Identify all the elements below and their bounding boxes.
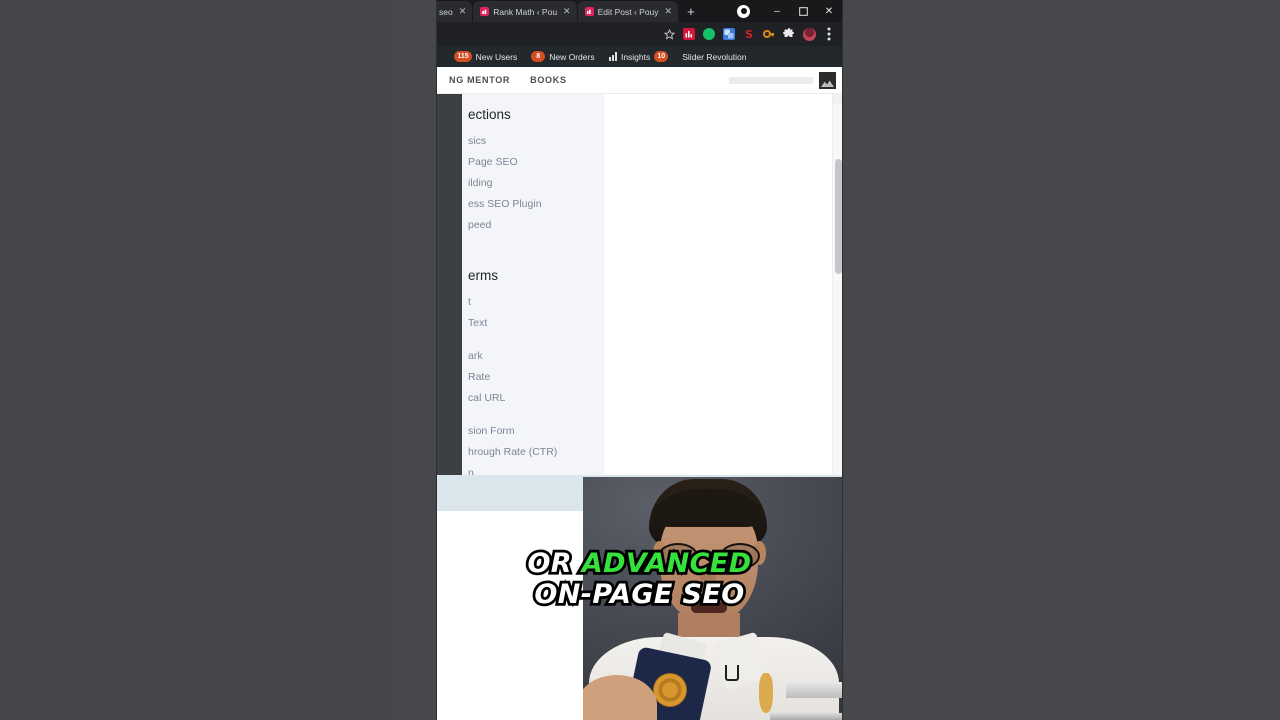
scrollbar-thumb[interactable] — [835, 159, 842, 274]
grammarly-extension-icon[interactable] — [699, 24, 719, 44]
close-window-button[interactable]: ✕ — [816, 0, 842, 22]
nav-item-books[interactable]: BOOKS — [520, 75, 577, 85]
translate-extension-icon[interactable] — [719, 24, 739, 44]
seoquake-extension-icon[interactable]: S — [739, 24, 759, 44]
site-thumbnail-icon — [819, 72, 836, 89]
toc-heading-terms: erms — [468, 268, 498, 283]
toc-link[interactable]: n — [462, 463, 603, 475]
video-grey-bar-1 — [786, 682, 842, 698]
admin-bar-label: Slider Revolution — [682, 51, 747, 62]
rankmath-favicon-icon — [480, 7, 490, 16]
tab-title: seo — [439, 6, 453, 17]
window-controls: – ✕ — [737, 0, 842, 22]
close-icon[interactable]: ✕ — [665, 7, 673, 16]
browser-toolbar: S — [437, 22, 842, 46]
presenter-video — [583, 477, 842, 720]
backdrop-panel: ess SEO Plugin peed erms t Text ark Rate — [0, 0, 390, 720]
presenter-glasses-icon — [655, 543, 763, 569]
svg-text:S: S — [745, 28, 753, 40]
toc-link[interactable]: hrough Rate (CTR) — [462, 442, 603, 463]
browser-tab[interactable]: Edit Post ‹ Pouy ✕ — [577, 1, 679, 22]
minimize-button[interactable]: – — [764, 0, 790, 22]
chrome-menu-icon[interactable] — [819, 24, 839, 44]
toc-link[interactable]: Page SEO — [462, 152, 603, 173]
tab-title: Rank Math ‹ Pou — [493, 6, 558, 17]
toc-side-panel: ections sics Page SEO ilding ess SEO Plu… — [462, 94, 603, 475]
admin-bar-item-slider-revolution[interactable]: Slider Revolution — [675, 46, 753, 67]
toc-link[interactable]: Text — [462, 313, 603, 334]
screenshot-stage: ess SEO Plugin peed erms t Text ark Rate… — [0, 0, 1280, 720]
admin-bar-label: New Users — [475, 51, 518, 62]
toc-link[interactable]: ilding — [462, 173, 603, 194]
bookmark-star-icon[interactable] — [659, 24, 679, 44]
new-users-badge: 115 — [454, 51, 472, 62]
presenter-shirt-logo — [759, 673, 773, 713]
nav-ghost-text — [729, 77, 813, 84]
new-orders-badge: 8 — [531, 51, 546, 62]
admin-bar-label: New Orders — [549, 51, 595, 62]
profile-avatar-icon[interactable] — [799, 24, 819, 44]
keyword-extension-icon[interactable] — [759, 24, 779, 44]
browser-tab[interactable]: seo ✕ — [437, 1, 473, 22]
scrollbar-up-arrow[interactable] — [833, 94, 842, 104]
admin-bar-item-new-orders[interactable]: 8 New Orders — [524, 46, 601, 67]
toc-link[interactable]: sics — [462, 131, 603, 152]
presenter-pocket-mark — [725, 665, 739, 681]
toc-link[interactable]: peed — [462, 215, 603, 236]
presenter-nose — [700, 569, 716, 591]
admin-bar-item-insights[interactable]: Insights 10 — [602, 46, 676, 67]
maximize-button[interactable] — [790, 0, 816, 22]
maximize-icon — [798, 6, 808, 16]
profile-avatar-icon[interactable] — [737, 4, 750, 18]
close-icon[interactable]: ✕ — [459, 7, 467, 16]
analytics-bars-icon — [608, 52, 617, 61]
wp-admin-bar: 115 New Users 8 New Orders Insights 10 S… — [437, 46, 842, 67]
insights-badge: 10 — [654, 51, 669, 62]
toc-link[interactable]: ess SEO Plugin — [462, 194, 603, 215]
toc-link[interactable]: Rate — [462, 367, 603, 388]
toc-link[interactable]: sion Form — [462, 421, 603, 442]
extensions-puzzle-icon[interactable] — [779, 24, 799, 44]
toc-link[interactable]: t — [462, 292, 603, 313]
browser-tab[interactable]: Rank Math ‹ Pou ✕ — [473, 1, 577, 22]
presenter-crest-emblem — [653, 673, 687, 707]
toc-spacer — [462, 409, 603, 421]
nav-item-mentor[interactable]: NG MENTOR — [439, 75, 520, 85]
toc-spacer — [462, 334, 603, 346]
video-grey-bar-2 — [770, 713, 842, 720]
admin-bar-label: Insights — [620, 51, 651, 62]
close-icon[interactable]: ✕ — [563, 7, 571, 16]
nav-right-group — [729, 67, 836, 94]
browser-tab-strip: seo ✕ Rank Math ‹ Pou ✕ Edit Post ‹ Pouy… — [437, 0, 842, 22]
toc-link[interactable]: ark — [462, 346, 603, 367]
wp-admin-rail — [437, 94, 462, 475]
browser-window: seo ✕ Rank Math ‹ Pou ✕ Edit Post ‹ Pouy… — [437, 0, 842, 720]
tab-title: Edit Post ‹ Pouy — [597, 6, 659, 17]
rankmath-favicon-icon — [584, 7, 594, 16]
admin-bar-item-new-users[interactable]: 115 New Users — [447, 46, 524, 67]
rankmath-extension-icon[interactable] — [679, 24, 699, 44]
page-body: ections sics Page SEO ilding ess SEO Plu… — [437, 94, 842, 475]
new-tab-button[interactable]: + — [679, 1, 703, 22]
vertical-scrollbar[interactable] — [832, 94, 842, 475]
site-navigation: NG MENTOR BOOKS — [437, 67, 842, 94]
article-content-area — [603, 94, 842, 475]
toc-link[interactable]: cal URL — [462, 388, 603, 409]
toc-heading-sections: ections — [468, 107, 511, 122]
